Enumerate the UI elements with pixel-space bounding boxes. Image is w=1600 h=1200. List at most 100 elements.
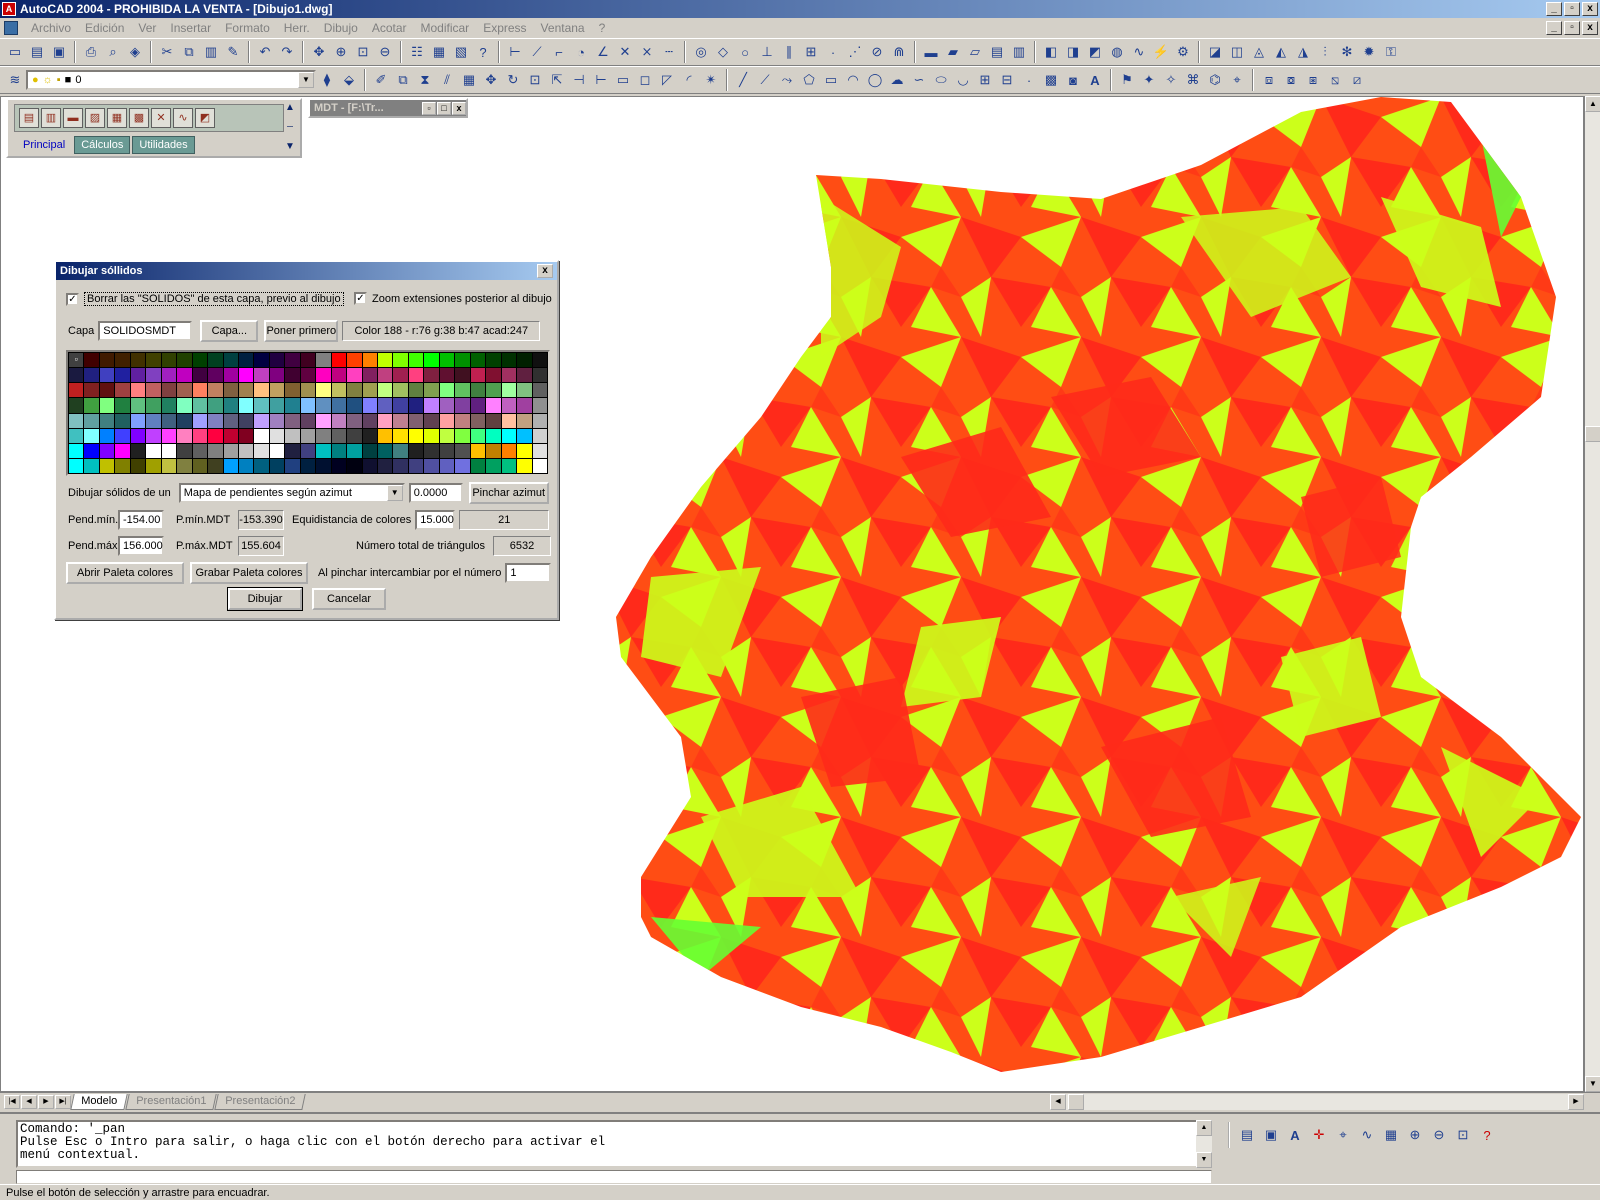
mdt-tool-15-icon[interactable]: ◮ — [1293, 42, 1313, 62]
color-swatch[interactable] — [532, 428, 547, 443]
pinchar-azimut-button[interactable]: Pinchar azimut — [468, 482, 549, 504]
menu-modificar[interactable]: Modificar — [414, 21, 477, 35]
color-swatch[interactable] — [161, 443, 177, 458]
menu-ver[interactable]: Ver — [131, 21, 163, 35]
paste-icon[interactable]: ▥ — [201, 42, 221, 62]
layer-manager-icon[interactable]: ≋ — [5, 70, 25, 90]
color-swatch[interactable] — [331, 428, 347, 443]
dim-aligned-icon[interactable]: ⟋ — [527, 42, 547, 62]
color-swatch[interactable] — [378, 458, 393, 473]
color-swatch[interactable] — [486, 458, 501, 473]
dim-ordinate-icon[interactable]: ⌐ — [549, 42, 569, 62]
color-swatch[interactable] — [300, 458, 316, 473]
layer-previous-icon[interactable]: ⬙ — [339, 70, 359, 90]
snap-quadrant-icon[interactable]: ◇ — [713, 42, 733, 62]
rotate-icon[interactable]: ↻ — [503, 70, 523, 90]
mdt-tool-14-icon[interactable]: ◭ — [1271, 42, 1291, 62]
scroll-left-arrow-icon[interactable]: ◀ — [1050, 1093, 1066, 1110]
menu-insertar[interactable]: Insertar — [163, 21, 218, 35]
color-swatch[interactable] — [99, 368, 115, 383]
cut-icon[interactable]: ✂ — [157, 42, 177, 62]
cancelar-button[interactable]: Cancelar — [312, 588, 386, 610]
mdt-maximize-icon[interactable]: □ — [437, 101, 451, 115]
tab-calculos[interactable]: Cálculos — [74, 136, 131, 154]
snap-perpendicular-icon[interactable]: ⊥ — [757, 42, 777, 62]
zoom-previous-icon[interactable]: ⊖ — [375, 42, 395, 62]
color-swatch[interactable] — [316, 443, 331, 458]
color-swatch[interactable] — [517, 398, 532, 413]
document-icon[interactable] — [4, 21, 18, 35]
color-swatch[interactable] — [316, 458, 331, 473]
grabar-paleta-button[interactable]: Grabar Paleta colores — [190, 562, 308, 584]
first-tab-arrow-icon[interactable]: |◀ — [4, 1094, 20, 1109]
color-swatch[interactable] — [69, 413, 84, 428]
snap-insert-icon[interactable]: ⊞ — [801, 42, 821, 62]
color-swatch[interactable] — [347, 413, 362, 428]
color-swatch[interactable] — [254, 368, 269, 383]
mdt-draw-2-icon[interactable]: ✦ — [1139, 70, 1159, 90]
color-swatch[interactable] — [223, 428, 238, 443]
color-swatch[interactable] — [69, 428, 84, 443]
color-swatch[interactable] — [439, 413, 455, 428]
color-swatch[interactable] — [300, 383, 316, 398]
color-swatch[interactable] — [238, 383, 254, 398]
color-swatch[interactable] — [269, 353, 285, 368]
mdt-draw-4-icon[interactable]: ⌘ — [1183, 70, 1203, 90]
color-swatch[interactable] — [439, 368, 455, 383]
color-swatch[interactable] — [532, 353, 547, 368]
color-swatch[interactable] — [84, 428, 99, 443]
color-swatch[interactable] — [161, 383, 177, 398]
equidistancia-input[interactable]: 15.000 — [415, 510, 456, 530]
redo-icon[interactable]: ↷ — [277, 42, 297, 62]
color-swatch[interactable] — [501, 398, 517, 413]
color-swatch[interactable] — [69, 368, 84, 383]
snap-node-icon[interactable]: · — [823, 42, 843, 62]
color-swatch[interactable] — [269, 443, 285, 458]
color-swatch[interactable] — [254, 413, 269, 428]
mdt-tool-18-icon[interactable]: ✹ — [1359, 42, 1379, 62]
hatch-icon[interactable]: ▩ — [1041, 70, 1061, 90]
mdt-draw-11-icon[interactable]: ⧄ — [1347, 70, 1367, 90]
color-swatch[interactable] — [424, 383, 439, 398]
command-scrollbar[interactable]: ▲ ▼ — [1196, 1120, 1212, 1168]
color-swatch[interactable] — [532, 368, 547, 383]
vertical-scroll-thumb[interactable] — [1585, 426, 1600, 442]
mdt-tool-16-icon[interactable]: ⫶ — [1315, 42, 1335, 62]
trim-icon[interactable]: ⊣ — [569, 70, 589, 90]
copy-icon[interactable]: ⧉ — [179, 42, 199, 62]
color-swatch[interactable] — [69, 443, 84, 458]
color-swatch[interactable] — [408, 458, 424, 473]
color-swatch[interactable] — [439, 443, 455, 458]
snap-apparent-icon[interactable]: ⨯ — [637, 42, 657, 62]
mdt-tool-8-icon[interactable]: ◩ — [1085, 42, 1105, 62]
region-icon[interactable]: ◙ — [1063, 70, 1083, 90]
save-icon[interactable]: ▣ — [49, 42, 69, 62]
profile-icon[interactable]: ∿ — [1129, 42, 1149, 62]
color-swatch[interactable] — [362, 353, 378, 368]
tab-presentacion2[interactable]: Presentación2 — [214, 1093, 307, 1110]
snap-extension-icon[interactable]: ┄ — [659, 42, 679, 62]
color-swatch[interactable] — [408, 353, 424, 368]
scale-icon[interactable]: ⊡ — [525, 70, 545, 90]
color-swatch[interactable] — [331, 353, 347, 368]
color-swatch[interactable] — [501, 368, 517, 383]
azimut-input[interactable]: 0.0000 — [408, 483, 463, 503]
color-swatch[interactable] — [238, 368, 254, 383]
color-swatch[interactable] — [99, 443, 115, 458]
color-swatch[interactable] — [347, 398, 362, 413]
color-swatch[interactable] — [362, 413, 378, 428]
mdt-tool-5-icon[interactable]: ▥ — [1009, 42, 1029, 62]
dibujar-modo-select[interactable]: Mapa de pendientes según azimut ▼ — [178, 483, 405, 503]
color-swatch[interactable] — [331, 413, 347, 428]
color-swatch[interactable] — [208, 383, 223, 398]
color-swatch[interactable] — [69, 458, 84, 473]
color-swatch[interactable] — [316, 398, 331, 413]
snap-parallel-icon[interactable]: ∥ — [779, 42, 799, 62]
color-swatch[interactable] — [269, 398, 285, 413]
color-swatch[interactable] — [161, 368, 177, 383]
array-icon[interactable]: ▦ — [459, 70, 479, 90]
mdt-hatch-icon[interactable]: ▩ — [129, 108, 149, 128]
publish-icon[interactable]: ◈ — [125, 42, 145, 62]
menu-acotar[interactable]: Acotar — [365, 21, 414, 35]
polyline-icon[interactable]: ⤳ — [777, 70, 797, 90]
